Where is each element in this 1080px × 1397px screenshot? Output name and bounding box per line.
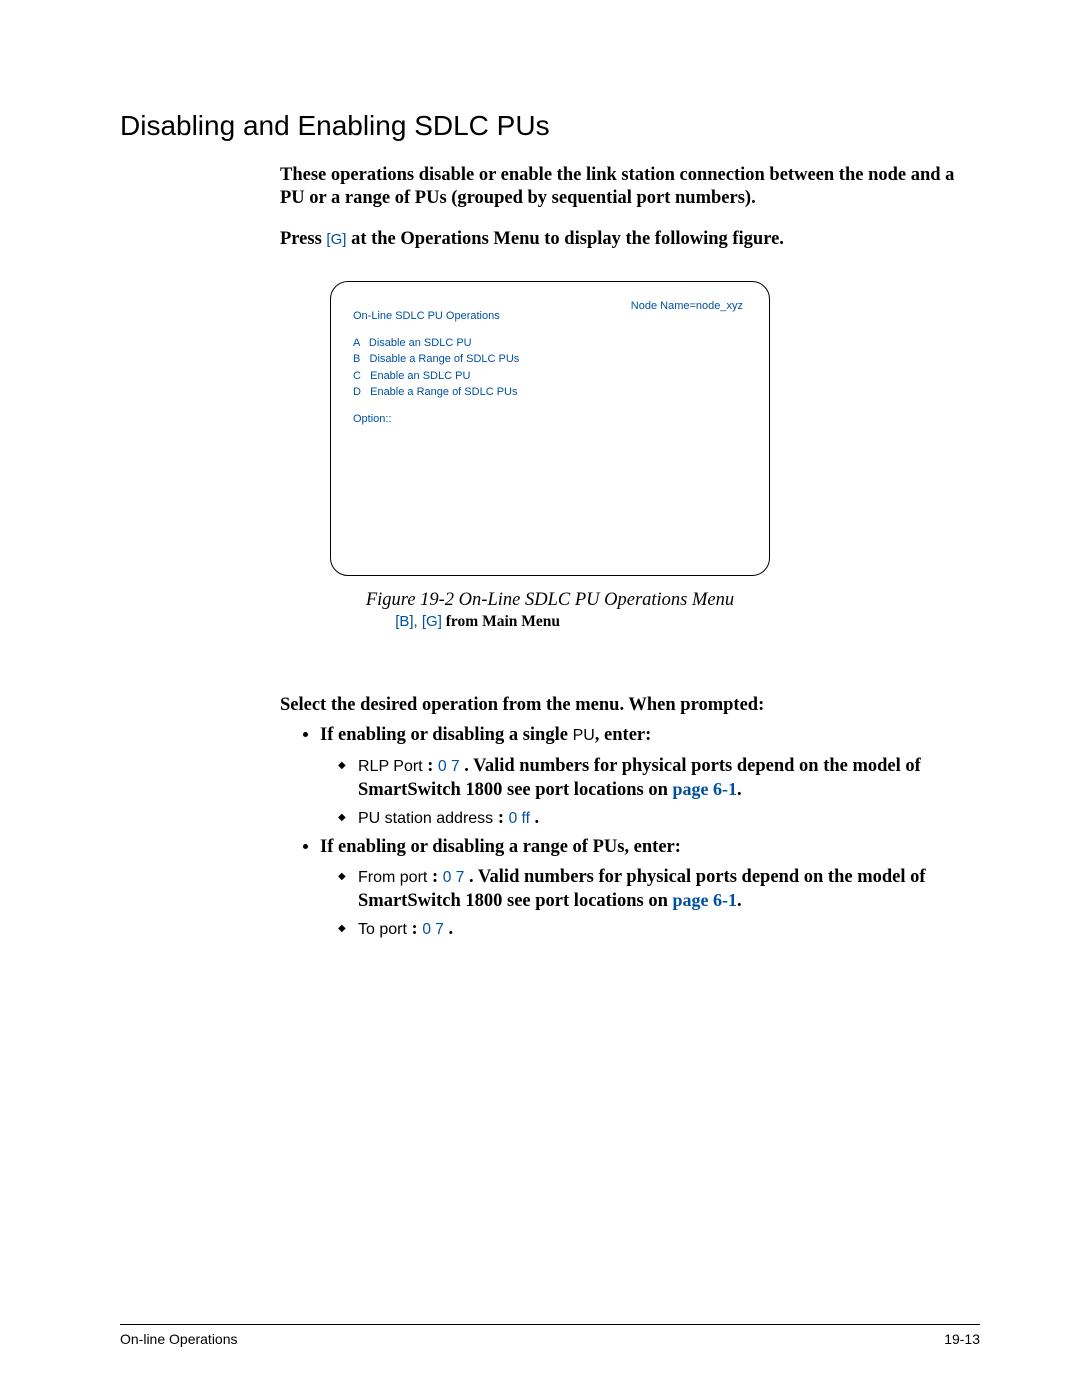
from-label: From port — [358, 869, 427, 886]
to-period: . — [444, 919, 453, 939]
to-value: 0 7 — [422, 921, 444, 938]
instruction-list: If enabling or disabling a single PU, en… — [120, 724, 980, 941]
select-instruction: Select the desired operation from the me… — [280, 695, 980, 716]
page-footer: On-line Operations 19-13 — [120, 1324, 980, 1347]
page-ref-2[interactable]: page 6-1 — [672, 890, 737, 910]
press-prefix: Press — [280, 229, 326, 249]
footer-right: 19-13 — [944, 1331, 980, 1347]
page-ref-1[interactable]: page 6-1 — [672, 779, 737, 799]
figure-subcaption: [B], [G] from Main Menu — [330, 613, 770, 631]
rlp-colon: : — [423, 756, 438, 776]
figure-sub-text: from Main Menu — [442, 613, 560, 630]
sub-to-port: To port : 0 7 . — [358, 917, 980, 941]
to-label: To port — [358, 921, 407, 938]
terminal-opt-c: C Enable an SDLC PU — [353, 368, 747, 385]
terminal-figure: Node Name=node_xyz On-Line SDLC PU Opera… — [330, 281, 770, 631]
terminal-prompt: Option:: — [353, 411, 747, 428]
single-suffix: , enter: — [595, 725, 652, 745]
intro-p1: These operations disable or enable the l… — [280, 164, 980, 210]
pu-addr-period: . — [530, 808, 539, 828]
footer-left: On-line Operations — [120, 1331, 238, 1347]
pu-addr-label: PU station address — [358, 810, 493, 827]
sub-from-port: From port : 0 7 . Valid numbers for phys… — [358, 865, 980, 913]
intro-p2: Press [G] at the Operations Menu to disp… — [280, 228, 980, 251]
rlp-period: . — [460, 756, 474, 776]
rlp-value: 0 7 — [438, 758, 460, 775]
rlp-label: RLP Port — [358, 758, 423, 775]
figure-caption: Figure 19-2 On-Line SDLC PU Operations M… — [330, 590, 770, 611]
terminal-opt-d: D Enable a Range of SDLC PUs — [353, 384, 747, 401]
section-heading: Disabling and Enabling SDLC PUs — [120, 110, 980, 142]
key-g: [G] — [326, 231, 346, 248]
press-suffix: at the Operations Menu to display the fo… — [346, 229, 784, 249]
from-colon: : — [427, 867, 442, 887]
pu-addr-value: 0 ff — [509, 810, 530, 827]
terminal-opt-b: B Disable a Range of SDLC PUs — [353, 351, 747, 368]
figure-sub-key: [B], [G] — [395, 613, 442, 630]
to-colon: : — [407, 919, 422, 939]
sub-rlp-port: RLP Port : 0 7 . Valid numbers for physi… — [358, 754, 980, 802]
from-period: . — [464, 867, 478, 887]
bullet-range-pus: If enabling or disabling a range of PUs,… — [320, 836, 980, 942]
single-prefix: If enabling or disabling a single — [320, 725, 573, 745]
terminal-opt-a: A Disable an SDLC PU — [353, 335, 747, 352]
range-text: If enabling or disabling a range of PUs,… — [320, 837, 681, 857]
pu-addr-colon: : — [493, 808, 508, 828]
terminal-screen: Node Name=node_xyz On-Line SDLC PU Opera… — [330, 281, 770, 576]
from-value: 0 7 — [443, 869, 465, 886]
terminal-options: A Disable an SDLC PU B Disable a Range o… — [353, 335, 747, 401]
bullet-single-pu: If enabling or disabling a single PU, en… — [320, 724, 980, 830]
intro-block: These operations disable or enable the l… — [280, 164, 980, 251]
sub-pu-address: PU station address : 0 ff . — [358, 806, 980, 830]
terminal-node-name: Node Name=node_xyz — [631, 298, 743, 315]
single-pu-label: PU — [573, 727, 595, 744]
